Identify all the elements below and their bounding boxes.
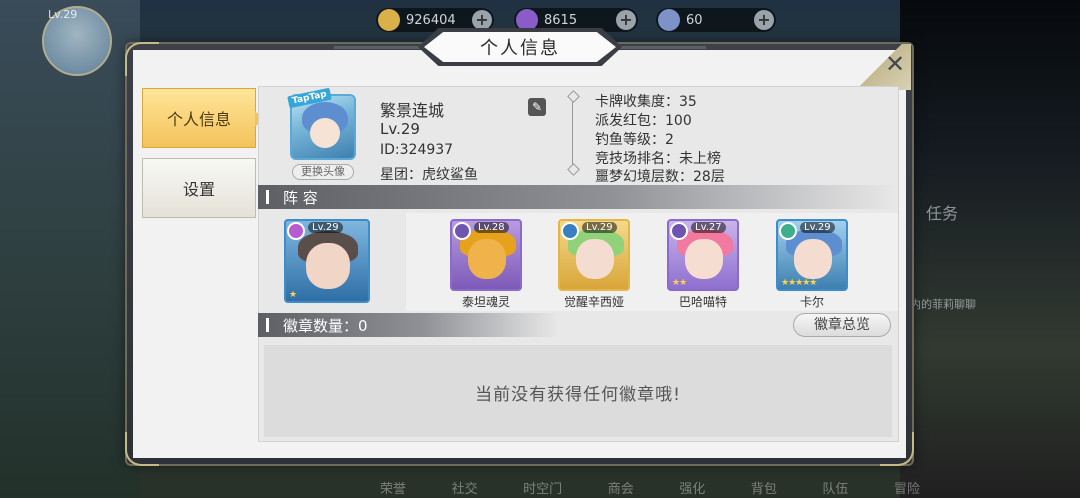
hero-level: Lv.29 bbox=[308, 222, 343, 233]
hero-face bbox=[794, 239, 832, 279]
leader-hero-card[interactable]: Lv.29 ★ bbox=[284, 219, 370, 303]
energy-value: 60 bbox=[686, 12, 703, 28]
add-gold-button[interactable]: + bbox=[472, 10, 492, 30]
stat-arena-rank: 竞技场排名：未上榜 bbox=[595, 151, 721, 167]
nav-portal[interactable]: 时空门 bbox=[523, 472, 562, 498]
profile-level: Lv.29 bbox=[380, 120, 420, 138]
add-gem-button[interactable]: + bbox=[616, 10, 636, 30]
stat-nightmare-floors: 噩梦幻境层数：28层 bbox=[595, 169, 725, 185]
section-marker bbox=[266, 318, 269, 332]
star-rating: ★★★★★ bbox=[781, 278, 817, 288]
tab-settings[interactable]: 设置 bbox=[142, 158, 256, 218]
corner-ornament bbox=[125, 432, 159, 466]
hero-face bbox=[685, 239, 723, 279]
empty-badge-message: 当前没有获得任何徽章哦! bbox=[475, 385, 681, 405]
sword-icon bbox=[561, 222, 579, 240]
stat-fishing-level: 钓鱼等级：2 bbox=[595, 132, 674, 148]
nav-social[interactable]: 社交 bbox=[452, 472, 478, 498]
change-avatar-button[interactable]: 更换头像 bbox=[292, 164, 354, 180]
lineup-header: 阵 容 bbox=[258, 185, 898, 209]
title-ornament-left bbox=[334, 46, 424, 49]
star-rating: ★★ bbox=[672, 278, 687, 288]
avatar-face bbox=[310, 118, 340, 148]
badge-overview-button[interactable]: 徽章总览 bbox=[793, 313, 891, 337]
profile-divider bbox=[572, 96, 573, 170]
stat-card-collection: 卡牌收集度：35 bbox=[595, 94, 697, 110]
hero-level: Lv.27 bbox=[691, 222, 726, 233]
close-button[interactable]: ✕ bbox=[857, 44, 911, 90]
tab-profile[interactable]: 个人信息 bbox=[142, 88, 263, 148]
hero-card-cynthia[interactable]: Lv.29 bbox=[558, 219, 630, 291]
hero-name: 泰坦魂灵 bbox=[461, 295, 510, 309]
star-rating: ★ bbox=[289, 290, 297, 300]
task-label[interactable]: 任务 bbox=[926, 200, 958, 224]
hero-level: Lv.28 bbox=[474, 222, 509, 233]
shield-icon bbox=[453, 222, 471, 240]
badge-count: 徽章数量：0 bbox=[283, 316, 368, 335]
nav-guild-shop[interactable]: 商会 bbox=[608, 472, 634, 498]
shield-icon bbox=[670, 222, 688, 240]
edit-name-icon[interactable]: ✎ bbox=[528, 98, 546, 116]
hero-card-bahamut-cat[interactable]: Lv.27 ★★ bbox=[667, 219, 739, 291]
nav-adventure[interactable]: 冒险 bbox=[894, 472, 920, 498]
lineup-title: 阵 容 bbox=[283, 188, 318, 207]
hero-face bbox=[576, 239, 614, 279]
player-guild: 星团：虎纹鲨鱼 bbox=[380, 167, 478, 183]
hero-name: 巴哈喵特 bbox=[678, 295, 727, 309]
hero-level: Lv.29 bbox=[800, 222, 835, 233]
stat-red-packets: 派发红包：100 bbox=[595, 113, 692, 129]
nav-bag[interactable]: 背包 bbox=[751, 472, 777, 498]
coin-icon bbox=[378, 9, 400, 31]
heal-icon bbox=[779, 222, 797, 240]
player-name: 繁景连城 bbox=[380, 101, 445, 120]
orb-icon bbox=[658, 9, 680, 31]
bottom-nav: 荣誉 社交 时空门 商会 强化 背包 队伍 冒险 bbox=[380, 472, 920, 498]
corner-ornament bbox=[125, 42, 159, 76]
title-ornament-right bbox=[616, 46, 706, 49]
player-id: ID:324937 bbox=[380, 142, 454, 158]
add-energy-button[interactable]: + bbox=[754, 10, 774, 30]
hero-face bbox=[306, 243, 350, 289]
class-icon bbox=[287, 222, 305, 240]
energy-resource: 60 + bbox=[656, 8, 776, 32]
modal-title: 个人信息 bbox=[424, 32, 616, 62]
chat-snippet: 内的菲莉聊聊 bbox=[910, 298, 976, 311]
section-marker bbox=[266, 190, 269, 204]
nav-team[interactable]: 队伍 bbox=[822, 472, 848, 498]
gold-value: 926404 bbox=[406, 12, 456, 28]
hero-level: Lv.29 bbox=[582, 222, 617, 233]
hero-card-karl[interactable]: Lv.29 ★★★★★ bbox=[776, 219, 848, 291]
nav-honor[interactable]: 荣誉 bbox=[380, 472, 406, 498]
hero-face bbox=[468, 239, 506, 279]
crystal-icon bbox=[516, 9, 538, 31]
gem-value: 8615 bbox=[544, 12, 578, 28]
modal-title-bar: 个人信息 bbox=[334, 28, 706, 66]
badge-header: 徽章数量：0 bbox=[258, 313, 558, 337]
nav-enhance[interactable]: 强化 bbox=[679, 472, 705, 498]
close-icon: ✕ bbox=[885, 50, 906, 78]
hero-name: 觉醒辛西娅 bbox=[563, 295, 624, 309]
player-level: Lv.29 bbox=[48, 8, 78, 21]
hero-card-titan[interactable]: Lv.28 bbox=[450, 219, 522, 291]
hero-name: 卡尔 bbox=[799, 295, 824, 309]
